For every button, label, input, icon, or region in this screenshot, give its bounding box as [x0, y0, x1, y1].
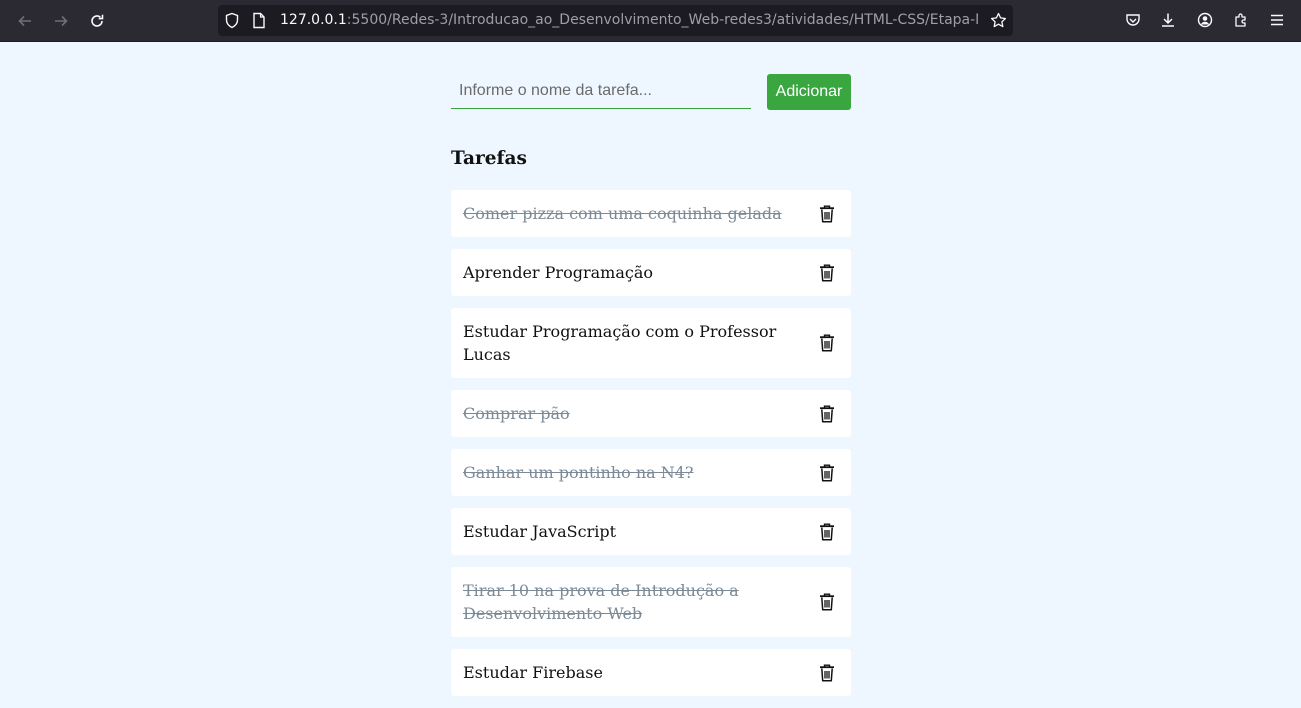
menu-icon[interactable]	[1267, 10, 1287, 30]
task-label[interactable]: Tirar 10 na prova de Introdução a Desenv…	[463, 579, 783, 625]
task-name-input[interactable]	[451, 74, 751, 109]
trash-icon[interactable]	[819, 405, 835, 423]
bookmark-star-icon[interactable]	[990, 12, 1007, 33]
back-button[interactable]	[12, 8, 38, 34]
add-task-form: Adicionar	[451, 74, 851, 110]
task-item[interactable]: Comprar pão	[451, 390, 851, 437]
task-label[interactable]: Aprender Programação	[463, 261, 653, 284]
task-item[interactable]: Tirar 10 na prova de Introdução a Desenv…	[451, 567, 851, 637]
task-label[interactable]: Estudar Programação com o Professor Luca…	[463, 320, 783, 366]
task-label[interactable]: Estudar JavaScript	[463, 520, 616, 543]
forward-button[interactable]	[48, 8, 74, 34]
extensions-icon[interactable]	[1231, 10, 1251, 30]
task-label[interactable]: Comprar pão	[463, 402, 570, 425]
browser-toolbar: 127.0.0.1:5500/Redes-3/Introducao_ao_Des…	[0, 0, 1301, 42]
trash-icon[interactable]	[819, 593, 835, 611]
trash-icon[interactable]	[819, 523, 835, 541]
reload-button[interactable]	[84, 8, 110, 34]
todo-app: Adicionar Tarefas Comer pizza com uma co…	[451, 74, 851, 696]
trash-icon[interactable]	[819, 334, 835, 352]
url-path: :5500/Redes-3/Introducao_ao_Desenvolvime…	[346, 12, 978, 28]
account-icon[interactable]	[1195, 10, 1215, 30]
task-item[interactable]: Estudar Firebase	[451, 649, 851, 696]
task-item[interactable]: Estudar JavaScript	[451, 508, 851, 555]
download-icon[interactable]	[1158, 10, 1178, 30]
trash-icon[interactable]	[819, 264, 835, 282]
task-label[interactable]: Comer pizza com uma coquinha gelada	[463, 202, 782, 225]
trash-icon[interactable]	[819, 464, 835, 482]
add-task-button[interactable]: Adicionar	[767, 74, 851, 110]
page-info-icon[interactable]	[252, 12, 266, 33]
arrow-left-icon	[18, 15, 31, 27]
task-label[interactable]: Ganhar um pontinho na N4?	[463, 461, 694, 484]
task-item[interactable]: Ganhar um pontinho na N4?	[451, 449, 851, 496]
shield-icon[interactable]	[224, 12, 240, 33]
task-item[interactable]: Estudar Programação com o Professor Luca…	[451, 308, 851, 378]
trash-icon[interactable]	[819, 205, 835, 223]
pocket-icon[interactable]	[1123, 10, 1143, 30]
task-item[interactable]: Comer pizza com uma coquinha gelada	[451, 190, 851, 237]
tasks-heading: Tarefas	[451, 148, 527, 169]
task-label[interactable]: Estudar Firebase	[463, 661, 603, 684]
task-list: Comer pizza com uma coquinha gelada Apren…	[451, 190, 851, 708]
reload-icon	[91, 14, 104, 27]
arrow-right-icon	[55, 15, 68, 27]
task-item[interactable]: Aprender Programação	[451, 249, 851, 296]
address-bar[interactable]: 127.0.0.1:5500/Redes-3/Introducao_ao_Des…	[218, 5, 1013, 36]
url-text[interactable]: 127.0.0.1:5500/Redes-3/Introducao_ao_Des…	[280, 5, 978, 36]
url-host: 127.0.0.1	[280, 12, 347, 28]
trash-icon[interactable]	[819, 664, 835, 682]
